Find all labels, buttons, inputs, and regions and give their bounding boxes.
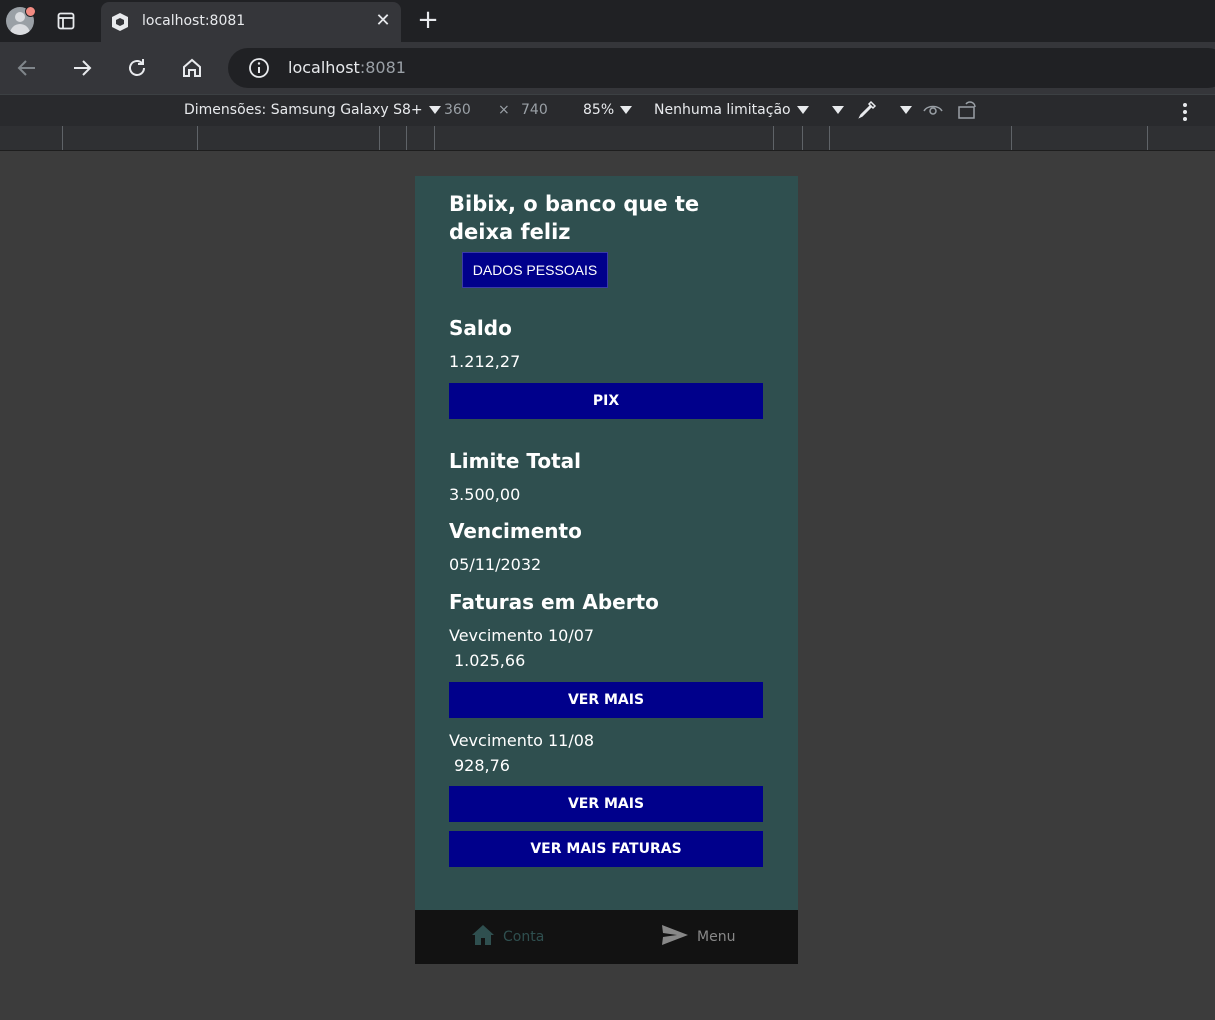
vision-icon[interactable] xyxy=(923,101,943,123)
dados-pessoais-button[interactable]: DADOS PESSOAIS xyxy=(462,252,608,288)
device-select[interactable]: Dimensões: Samsung Galaxy S8+ xyxy=(184,102,441,118)
reload-icon[interactable] xyxy=(123,54,151,82)
url-text: localhost:8081 xyxy=(288,58,406,77)
fatura-amount: 928,76 xyxy=(454,756,510,775)
media-query-ruler xyxy=(0,126,1215,151)
bottom-tab-bar: Conta Menu xyxy=(415,910,798,964)
tab-conta[interactable]: Conta xyxy=(471,922,544,952)
app-title: Bibix, o banco que te deixa feliz xyxy=(449,192,700,244)
chevron-down-icon xyxy=(900,106,912,114)
close-tab-icon[interactable]: ✕ xyxy=(373,11,393,31)
notification-dot xyxy=(25,6,36,17)
tab-search-icon[interactable] xyxy=(54,9,78,33)
height-input[interactable]: 740 xyxy=(521,102,548,118)
vencimento-heading: Vencimento xyxy=(449,519,582,543)
vencimento-value: 05/11/2032 xyxy=(449,555,542,574)
faturas-heading: Faturas em Aberto xyxy=(449,590,659,614)
width-input[interactable]: 360 xyxy=(444,102,471,118)
capture-caret[interactable] xyxy=(894,102,912,118)
chevron-down-icon xyxy=(620,106,633,114)
ver-mais-button[interactable]: VER MAIS xyxy=(449,786,763,822)
more-vert-icon[interactable] xyxy=(1183,103,1187,124)
browser-tab[interactable]: localhost:8081 ✕ xyxy=(101,2,401,42)
tab-label: Conta xyxy=(503,929,545,945)
app-viewport: Bibix, o banco que te deixa feliz DADOS … xyxy=(415,176,798,964)
pix-button[interactable]: PIX xyxy=(449,383,763,419)
chevron-down-icon xyxy=(428,106,441,114)
times-symbol: × xyxy=(498,102,510,118)
new-tab-icon[interactable]: + xyxy=(414,6,442,34)
address-bar[interactable]: localhost:8081 xyxy=(228,48,1215,88)
saldo-value: 1.212,27 xyxy=(449,352,521,371)
eyedropper-icon[interactable] xyxy=(857,100,877,124)
throttling-select[interactable]: Nenhuma limitação xyxy=(654,102,809,118)
browser-toolbar: localhost:8081 xyxy=(0,42,1215,94)
home-icon xyxy=(471,923,495,951)
tab-menu[interactable]: Menu xyxy=(661,922,735,952)
limite-heading: Limite Total xyxy=(449,449,582,473)
favicon-icon xyxy=(110,12,130,32)
rotate-icon[interactable] xyxy=(957,100,979,124)
saldo-heading: Saldo xyxy=(449,316,512,340)
ver-mais-faturas-button[interactable]: VER MAIS FATURAS xyxy=(449,831,763,867)
forward-arrow-icon[interactable] xyxy=(68,54,96,82)
device-toolbar: Dimensões: Samsung Galaxy S8+ 360 × 740 … xyxy=(0,94,1215,127)
chevron-down-icon xyxy=(832,106,844,114)
zoom-select[interactable]: 85% xyxy=(583,102,633,118)
fatura-due: Vevcimento 10/07 xyxy=(449,626,595,645)
home-icon[interactable] xyxy=(178,54,206,82)
tab-title: localhost:8081 xyxy=(142,13,246,29)
site-info-icon[interactable] xyxy=(248,57,270,79)
fatura-due: Vevcimento 11/08 xyxy=(449,731,595,750)
tab-strip: localhost:8081 ✕ + xyxy=(0,0,1215,42)
limite-value: 3.500,00 xyxy=(449,485,521,504)
chevron-down-icon xyxy=(796,106,809,114)
back-arrow-icon[interactable] xyxy=(13,54,41,82)
fatura-amount: 1.025,66 xyxy=(454,651,526,670)
send-icon xyxy=(661,923,689,951)
more-options-caret[interactable] xyxy=(826,102,844,118)
ver-mais-button[interactable]: VER MAIS xyxy=(449,682,763,718)
tab-label: Menu xyxy=(697,929,736,945)
